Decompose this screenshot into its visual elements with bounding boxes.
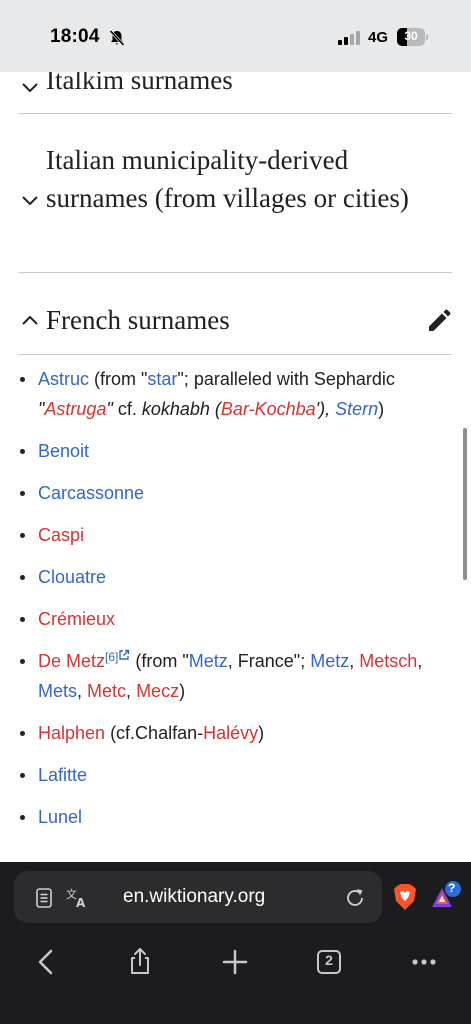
browser-toolbar: 文 A en.wiktionary.org ? 2 xyxy=(0,862,471,1024)
chevron-up-icon[interactable] xyxy=(20,311,40,331)
status-time: 18:04 xyxy=(50,26,100,47)
list-item: Lafitte xyxy=(0,760,471,790)
link-halphen[interactable]: Halphen xyxy=(38,723,105,743)
address-bar[interactable]: 文 A en.wiktionary.org xyxy=(14,871,382,923)
translate-icon[interactable]: 文 A xyxy=(66,887,88,909)
share-icon[interactable] xyxy=(120,942,160,982)
list-item: Clouatre xyxy=(0,562,471,592)
section-italian-surnames[interactable]: Italian municipality-derived surnames (f… xyxy=(18,114,452,273)
link-star[interactable]: star xyxy=(147,369,177,389)
link-metz-2[interactable]: Metz xyxy=(310,651,349,671)
pencil-icon[interactable] xyxy=(426,308,452,334)
scrollbar[interactable] xyxy=(463,428,467,580)
rewards-badge: ? xyxy=(448,881,456,895)
link-caspi[interactable]: Caspi xyxy=(38,525,84,545)
section-italkim-surnames[interactable]: Italkim surnames xyxy=(18,72,452,114)
entry-text: cf. xyxy=(112,399,142,419)
rewards-icon[interactable] xyxy=(430,880,462,912)
battery-icon: 30 xyxy=(397,28,429,46)
list-item: Astruc (from "star"; paralleled with Sep… xyxy=(0,364,471,424)
link-lafitte[interactable]: Lafitte xyxy=(38,765,87,785)
list-item: Crémieux xyxy=(0,604,471,634)
bell-slash-icon xyxy=(109,29,125,47)
entry-text: (cf.Chalfan- xyxy=(105,723,204,743)
brave-shield-icon[interactable] xyxy=(393,883,417,911)
list-item: Halphen (cf.Chalfan-Halévy) xyxy=(0,718,471,748)
section-french-surnames[interactable]: French surnames xyxy=(18,273,452,355)
tabs-button[interactable]: 2 xyxy=(309,942,349,982)
list-item: Lunel xyxy=(0,802,471,832)
chevron-down-icon[interactable] xyxy=(20,77,40,97)
list-item: Caspi xyxy=(0,520,471,550)
more-icon[interactable] xyxy=(404,942,444,982)
reader-mode-icon[interactable] xyxy=(36,888,52,908)
french-surnames-list: Astruc (from "star"; paralleled with Sep… xyxy=(0,364,471,844)
reload-icon[interactable] xyxy=(344,887,366,909)
link-de-metz[interactable]: De Metz xyxy=(38,651,105,671)
link-lunel[interactable]: Lunel xyxy=(38,807,82,827)
bottom-navigation: 2 xyxy=(0,942,471,982)
entry-text: (from " xyxy=(89,369,148,389)
section-title[interactable]: Italkim surnames xyxy=(46,72,446,99)
link-bar-kochba[interactable]: Bar-Kochba xyxy=(221,399,316,419)
back-icon[interactable] xyxy=(27,942,67,982)
link-metc[interactable]: Metc xyxy=(87,681,126,701)
link-metsch[interactable]: Metsch xyxy=(359,651,417,671)
entry-text: "; paralleled with Sephardic xyxy=(177,369,395,389)
chevron-down-icon[interactable] xyxy=(20,190,40,210)
link-clouatre[interactable]: Clouatre xyxy=(38,567,106,587)
network-type: 4G xyxy=(368,29,389,46)
link-carcassonne[interactable]: Carcassonne xyxy=(38,483,144,503)
entry-text: , xyxy=(349,651,360,671)
tab-count: 2 xyxy=(325,952,333,968)
page-content: Italkim surnames Italian municipality-de… xyxy=(0,72,471,862)
link-halevy[interactable]: Halévy xyxy=(203,723,258,743)
entry-text: ) xyxy=(378,399,385,419)
svg-text:A: A xyxy=(76,896,86,909)
list-item: Benoit xyxy=(0,436,471,466)
signal-icon xyxy=(338,31,360,45)
link-metz[interactable]: Metz xyxy=(189,651,228,671)
link-stern[interactable]: Stern xyxy=(335,399,378,419)
section-title[interactable]: Italian municipality-derived surnames (f… xyxy=(46,141,426,217)
external-link-icon[interactable] xyxy=(118,649,130,661)
link-mets[interactable]: Mets xyxy=(38,681,77,701)
link-cremieux[interactable]: Crémieux xyxy=(38,609,115,629)
link-benoit[interactable]: Benoit xyxy=(38,441,89,461)
plus-icon[interactable] xyxy=(215,942,255,982)
link-mecz[interactable]: Mecz xyxy=(136,681,179,701)
entry-text: , France"; xyxy=(227,651,311,671)
list-item: Carcassonne xyxy=(0,478,471,508)
entry-text: , xyxy=(77,681,88,701)
url-text[interactable]: en.wiktionary.org xyxy=(123,886,265,908)
entry-text: , xyxy=(126,681,137,701)
entry-text: (from " xyxy=(130,651,189,671)
status-bar: 18:04 4G 30 xyxy=(0,0,471,72)
link-astruga[interactable]: Astruga xyxy=(44,399,106,419)
entry-text: '), xyxy=(315,399,336,419)
entry-text: ) xyxy=(258,723,265,743)
section-title[interactable]: French surnames xyxy=(46,301,406,339)
entry-text: kokhabh xyxy=(141,399,210,419)
reference-link[interactable]: [6] xyxy=(105,650,118,664)
list-item: De Metz[6] (from "Metz, France"; Metz, M… xyxy=(0,646,471,706)
entry-text: ( xyxy=(209,399,221,419)
battery-level: 30 xyxy=(404,29,418,43)
entry-text: , xyxy=(417,651,423,671)
link-astruc[interactable]: Astruc xyxy=(38,369,89,389)
entry-text: ) xyxy=(179,681,186,701)
